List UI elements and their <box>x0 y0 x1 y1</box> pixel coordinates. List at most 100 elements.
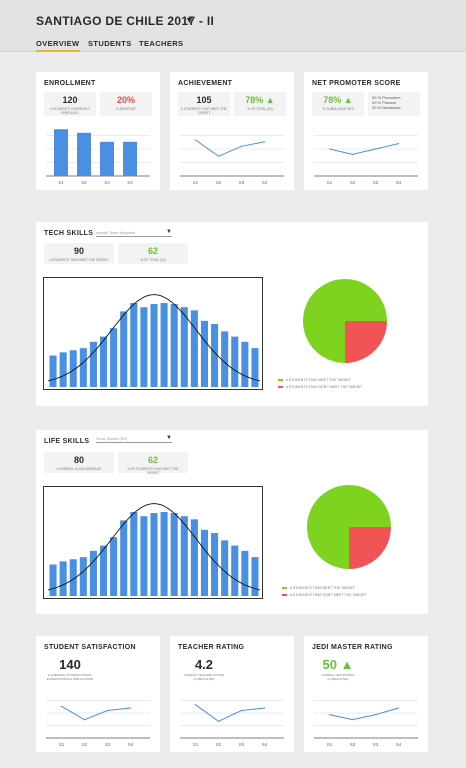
select-value: overall Team Adoption <box>96 230 136 235</box>
pie-slice-not-meet <box>345 321 387 363</box>
legend-not-meet: # STUDENTS THAT DON'T MEET THE TARGET <box>282 593 366 597</box>
histogram-bar <box>79 557 87 596</box>
x-tick-label: S1 <box>327 180 333 185</box>
chevron-down-icon: ▼ <box>166 229 172 235</box>
stat-label: # STUDENTS CURRENTLY ENROLLED <box>50 107 90 115</box>
legend-meet: # STUDENTS THAT MEET THE TARGET <box>278 378 351 382</box>
tab-students[interactable]: STUDENTS <box>88 39 132 48</box>
life-skill-select[interactable]: Grow Speed (SS) ▼ <box>96 434 172 443</box>
series-line <box>329 707 399 721</box>
x-tick-label: S2 <box>350 180 356 185</box>
data-point <box>194 139 197 141</box>
x-tick-label: S2 <box>82 742 88 747</box>
student-satisfaction-card: STUDENT SATISFACTION 140 % AVERAGE OF DE… <box>36 636 160 752</box>
data-point <box>240 709 243 712</box>
data-point <box>60 705 63 707</box>
card-title: JEDI MASTER RATING <box>312 644 393 651</box>
legend-label: # STUDENTS THAT MEET THE TARGET <box>290 586 355 590</box>
bar-s4 <box>123 141 137 176</box>
histogram-bar <box>200 529 209 596</box>
card-title: TEACHER RATING <box>178 644 245 651</box>
legend-swatch-red <box>282 594 287 597</box>
stat-enrolled: 120 # STUDENTS CURRENTLY ENROLLED <box>44 92 96 116</box>
x-tick-label: S4 <box>128 742 134 747</box>
stat-meet-target: 105 # STUDENTS THAT MEET THE TARGET <box>178 92 230 116</box>
nps-detractors: 30 % Detractors <box>372 105 401 110</box>
pie-slice-not-meet <box>349 527 391 569</box>
x-tick-label: S3 <box>239 180 245 185</box>
histogram-bar <box>170 513 178 596</box>
jedi-master-card: JEDI MASTER RATING 50 ▲ OVERALL JEDI RAT… <box>304 636 428 752</box>
histogram-bar <box>180 516 188 596</box>
histogram-bar <box>110 328 118 387</box>
jedi-rating-label: OVERALL JEDI RATING (CUMULATIVE) <box>321 673 355 681</box>
stat-percent-total: 78% ▲ % OF TOTAL (20) <box>234 92 286 116</box>
data-point <box>217 720 220 722</box>
data-point <box>397 707 400 709</box>
stat-value: 62 <box>147 246 158 256</box>
stat-nps: 78% ▲ % CUMULATIVE NPS <box>312 92 364 116</box>
teacher-line-chart: S1 S2 S3 S4 <box>180 700 284 747</box>
tab-overview[interactable]: OVERVIEW <box>36 39 80 52</box>
tech-histogram <box>43 277 263 390</box>
histogram-bar <box>130 512 138 596</box>
bar-s2 <box>77 132 91 176</box>
data-point <box>240 145 243 147</box>
stat-life-average: 80 # OVERALL CLASS AVERAGE <box>44 452 114 473</box>
x-tick-label: S4 <box>396 180 402 185</box>
x-tick-label: S1 <box>193 742 199 747</box>
tech-pie-chart <box>303 279 387 363</box>
data-point <box>106 709 109 712</box>
histogram-bar <box>180 307 188 387</box>
satisfaction-value: 140 <box>59 657 81 672</box>
histogram-bar <box>120 311 128 387</box>
data-point <box>263 707 266 709</box>
tech-skill-select[interactable]: overall Team Adoption ▼ <box>96 228 172 237</box>
x-tick-label: S3 <box>373 742 379 747</box>
histogram-bar <box>200 320 209 387</box>
histogram-bar <box>251 348 259 387</box>
data-point <box>129 707 132 709</box>
histogram-bar <box>241 341 249 387</box>
stat-value: 78% ▲ <box>323 95 353 105</box>
life-pie-chart <box>307 485 391 569</box>
card-title: LIFE SKILLS <box>44 438 90 445</box>
data-point <box>351 719 354 721</box>
data-point <box>263 141 266 143</box>
legend-not-meet: # STUDENTS THAT DON'T MEET THE TARGET <box>278 385 362 389</box>
legend-swatch-green <box>282 587 287 590</box>
legend-meet: # STUDENTS THAT MEET THE TARGET <box>282 586 355 590</box>
title-dropdown-icon[interactable]: ▼ <box>185 15 194 25</box>
nps-breakdown: 60 % Promoters 20 % Passive 30 % Detract… <box>368 92 420 116</box>
stat-value: 20% <box>116 95 135 105</box>
stat-dropout: 20% % DROPOUT <box>100 92 152 116</box>
tab-teachers[interactable]: TEACHERS <box>139 39 183 48</box>
histogram-bar <box>59 352 67 387</box>
x-tick-label: S2 <box>81 180 87 185</box>
histogram-bar <box>130 303 138 387</box>
x-tick-label: S4 <box>127 180 133 185</box>
data-point <box>328 714 331 716</box>
histogram-bar <box>150 304 158 387</box>
x-tick-label: S4 <box>262 742 268 747</box>
card-title: ENROLLMENT <box>44 80 96 87</box>
jedi-line-chart: S1 S2 S3 S4 <box>314 700 418 747</box>
data-point <box>217 155 220 157</box>
achievement-card: ACHIEVEMENT 105 # STUDENTS THAT MEET THE… <box>170 72 294 190</box>
x-tick-label: S1 <box>327 742 333 747</box>
teacher-rating-label: OVERALL TEACHER RATING (CUMULATIVE) <box>183 673 225 681</box>
x-tick-label: S2 <box>216 180 222 185</box>
legend-label: # STUDENTS THAT MEET THE TARGET <box>286 378 351 382</box>
x-tick-label: S4 <box>262 180 268 185</box>
jedi-rating-value: 50 ▲ <box>322 657 354 672</box>
histogram-bar <box>251 557 259 596</box>
teacher-rating-value: 4.2 <box>194 657 214 672</box>
data-point <box>328 148 331 150</box>
histogram-bar <box>49 355 57 387</box>
histogram-bar <box>160 303 168 387</box>
x-tick-label: S3 <box>105 742 111 747</box>
nps-card: NET PROMOTER SCORE 78% ▲ % CUMULATIVE NP… <box>304 72 428 190</box>
series-line <box>195 139 265 157</box>
stat-value: 105 <box>196 95 212 105</box>
stat-label: % OF TOTAL (22) <box>140 258 166 262</box>
